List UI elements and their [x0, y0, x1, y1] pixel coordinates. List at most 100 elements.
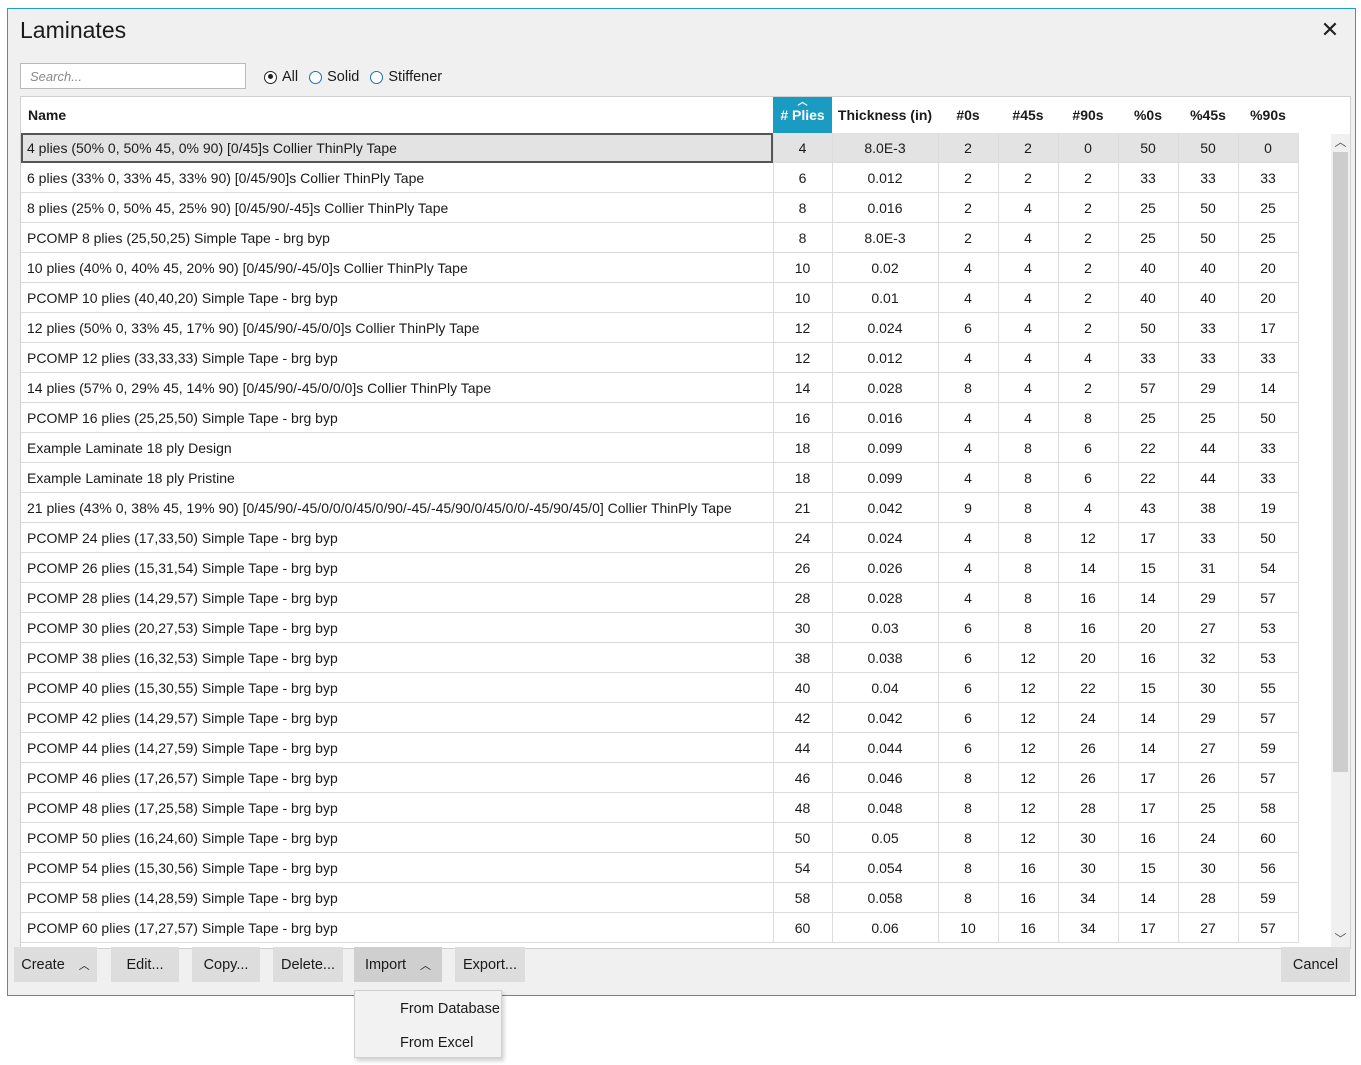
cell-plies: 8: [773, 222, 833, 253]
table-row[interactable]: PCOMP 54 plies (15,30,56) Simple Tape - …: [21, 852, 1299, 883]
column-header-count-0[interactable]: #0s: [938, 97, 998, 133]
cell-thickness: 0.026: [832, 552, 939, 583]
table-row[interactable]: 6 plies (33% 0, 33% 45, 33% 90) [0/45/90…: [21, 162, 1299, 193]
delete-button[interactable]: Delete...: [273, 947, 343, 982]
close-icon[interactable]: ✕: [1319, 19, 1341, 41]
cell-pct-0: 14: [1118, 702, 1179, 733]
search-input[interactable]: [20, 63, 246, 89]
cell-thickness: 8.0E-3: [832, 133, 939, 163]
table-row[interactable]: PCOMP 12 plies (33,33,33) Simple Tape - …: [21, 342, 1299, 373]
cell-pct-90: 14: [1238, 372, 1299, 403]
copy-button[interactable]: Copy...: [192, 947, 260, 982]
menu-item-from-database[interactable]: From Database: [355, 991, 501, 1025]
table-row[interactable]: Example Laminate 18 ply Design 18 0.099 4 8 6…: [21, 432, 1299, 463]
vertical-scrollbar[interactable]: ︿ ﹀: [1331, 134, 1350, 948]
cell-count-0: 6: [938, 312, 999, 343]
column-header-count-45[interactable]: #45s: [998, 97, 1058, 133]
table-row[interactable]: PCOMP 44 plies (14,27,59) Simple Tape - …: [21, 732, 1299, 763]
table-row[interactable]: PCOMP 10 plies (40,40,20) Simple Tape - …: [21, 282, 1299, 313]
chevron-up-icon[interactable]: ︿: [1331, 134, 1350, 151]
cell-pct-90: 19: [1238, 492, 1299, 523]
table-row[interactable]: PCOMP 38 plies (16,32,53) Simple Tape - …: [21, 642, 1299, 673]
filter-radio-solid[interactable]: Solid: [309, 69, 359, 85]
cell-thickness: 0.03: [832, 612, 939, 643]
cell-pct-45: 25: [1178, 402, 1239, 433]
create-button[interactable]: Create ︿: [14, 947, 97, 982]
dialog-title: Laminates: [20, 17, 127, 43]
cell-pct-45: 50: [1178, 222, 1239, 253]
table-row[interactable]: PCOMP 48 plies (17,25,58) Simple Tape - …: [21, 792, 1299, 823]
export-button[interactable]: Export...: [455, 947, 525, 982]
table-row[interactable]: 10 plies (40% 0, 40% 45, 20% 90) [0/45/9…: [21, 252, 1299, 283]
cell-count-45: 16: [998, 852, 1059, 883]
table-row[interactable]: PCOMP 60 plies (17,27,57) Simple Tape - …: [21, 912, 1299, 943]
filter-radio-all[interactable]: All: [264, 69, 298, 85]
cell-count-0: 6: [938, 672, 999, 703]
cell-pct-90: 33: [1238, 162, 1299, 193]
column-header-pct-0[interactable]: %0s: [1118, 97, 1178, 133]
scrollbar-thumb[interactable]: [1333, 152, 1348, 772]
chevron-down-icon[interactable]: ﹀: [1331, 931, 1350, 948]
cell-count-90: 22: [1058, 672, 1119, 703]
cell-count-90: 16: [1058, 612, 1119, 643]
column-header-plies-label: # Plies: [780, 107, 825, 123]
table-row[interactable]: PCOMP 58 plies (14,28,59) Simple Tape - …: [21, 882, 1299, 913]
filter-radio-stiffener[interactable]: Stiffener: [370, 69, 442, 85]
cell-thickness: 0.016: [832, 402, 939, 433]
table-row[interactable]: PCOMP 46 plies (17,26,57) Simple Tape - …: [21, 762, 1299, 793]
table-row[interactable]: PCOMP 26 plies (15,31,54) Simple Tape - …: [21, 552, 1299, 583]
radio-unselected-icon: [370, 70, 384, 84]
column-header-name[interactable]: Name: [21, 97, 773, 133]
table-row[interactable]: 4 plies (50% 0, 50% 45, 0% 90) [0/45]s C…: [21, 133, 1299, 163]
edit-button[interactable]: Edit...: [111, 947, 179, 982]
table-row[interactable]: 12 plies (50% 0, 33% 45, 17% 90) [0/45/9…: [21, 312, 1299, 343]
table-row[interactable]: 14 plies (57% 0, 29% 45, 14% 90) [0/45/9…: [21, 372, 1299, 403]
cell-count-90: 34: [1058, 882, 1119, 913]
table-row[interactable]: 21 plies (43% 0, 38% 45, 19% 90) [0/45/9…: [21, 492, 1299, 523]
cell-plies: 6: [773, 162, 833, 193]
cell-thickness: 0.05: [832, 822, 939, 853]
cell-pct-0: 17: [1118, 522, 1179, 553]
import-button[interactable]: Import ︿: [354, 947, 442, 982]
cell-name: PCOMP 30 plies (20,27,53) Simple Tape - …: [21, 612, 774, 643]
table-row[interactable]: PCOMP 30 plies (20,27,53) Simple Tape - …: [21, 612, 1299, 643]
cell-pct-0: 25: [1118, 222, 1179, 253]
table-row[interactable]: PCOMP 50 plies (16,24,60) Simple Tape - …: [21, 822, 1299, 853]
cell-name: PCOMP 46 plies (17,26,57) Simple Tape - …: [21, 762, 774, 793]
table-row[interactable]: PCOMP 28 plies (14,29,57) Simple Tape - …: [21, 582, 1299, 613]
table-row[interactable]: Example Laminate 18 ply Pristine 18 0.099 4…: [21, 462, 1299, 493]
table-row[interactable]: PCOMP 40 plies (15,30,55) Simple Tape - …: [21, 672, 1299, 703]
cell-count-90: 4: [1058, 492, 1119, 523]
table-row[interactable]: PCOMP 16 plies (25,25,50) Simple Tape - …: [21, 402, 1299, 433]
column-header-thickness[interactable]: Thickness (in): [832, 97, 938, 133]
cell-pct-45: 30: [1178, 852, 1239, 883]
cell-count-90: 4: [1058, 342, 1119, 373]
column-header-pct-90[interactable]: %90s: [1238, 97, 1298, 133]
cancel-button[interactable]: Cancel: [1281, 947, 1350, 982]
table-row[interactable]: PCOMP 42 plies (14,29,57) Simple Tape - …: [21, 702, 1299, 733]
cell-count-45: 12: [998, 732, 1059, 763]
cell-name: 21 plies (43% 0, 38% 45, 19% 90) [0/45/9…: [21, 492, 774, 523]
cell-count-0: 4: [938, 462, 999, 493]
cell-pct-90: 57: [1238, 582, 1299, 613]
cell-pct-0: 22: [1118, 462, 1179, 493]
column-header-pct-45[interactable]: %45s: [1178, 97, 1238, 133]
cell-plies: 60: [773, 912, 833, 943]
column-header-plies[interactable]: ︿ # Plies: [773, 97, 832, 133]
column-header-count-90[interactable]: #90s: [1058, 97, 1118, 133]
table-row[interactable]: PCOMP 24 plies (17,33,50) Simple Tape - …: [21, 522, 1299, 553]
table-row[interactable]: PCOMP 8 plies (25,50,25) Simple Tape - b…: [21, 222, 1299, 253]
cell-pct-45: 24: [1178, 822, 1239, 853]
menu-item-from-excel[interactable]: From Excel: [355, 1025, 501, 1059]
cell-count-0: 4: [938, 522, 999, 553]
cell-pct-90: 33: [1238, 342, 1299, 373]
create-button-label: Create: [21, 956, 65, 973]
table-header-row: Name ︿ # Plies Thickness (in) #0s #45s #…: [21, 97, 1298, 133]
cell-pct-45: 32: [1178, 642, 1239, 673]
cell-count-90: 6: [1058, 462, 1119, 493]
table-row[interactable]: 8 plies (25% 0, 50% 45, 25% 90) [0/45/90…: [21, 192, 1299, 223]
cell-pct-0: 33: [1118, 342, 1179, 373]
cell-count-90: 26: [1058, 762, 1119, 793]
sort-ascending-icon: ︿: [797, 97, 808, 108]
cell-thickness: 0.016: [832, 192, 939, 223]
